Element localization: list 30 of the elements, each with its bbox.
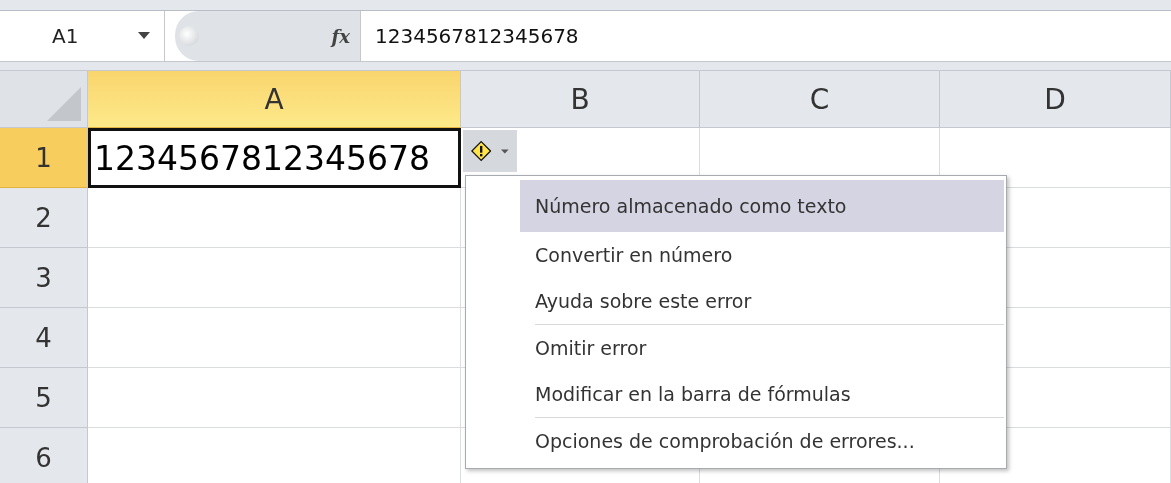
menu-item[interactable]: Opciones de comprobación de errores... (520, 418, 1004, 464)
error-options-button[interactable] (463, 130, 517, 172)
column-header[interactable]: B (461, 71, 700, 128)
row-header[interactable]: 1 (0, 128, 88, 188)
active-cell[interactable]: 1234567812345678 (88, 128, 461, 188)
table-cell[interactable] (88, 188, 461, 248)
column-header[interactable]: A (88, 71, 461, 128)
name-box[interactable]: A1 (52, 24, 79, 48)
table-cell[interactable] (88, 248, 461, 308)
warning-icon (471, 139, 492, 163)
column-header[interactable]: D (940, 71, 1171, 128)
insert-function-button[interactable]: fx (331, 25, 350, 47)
row-header[interactable]: 5 (0, 368, 88, 428)
menu-item[interactable]: Convertir en número (520, 232, 1004, 278)
caret-icon[interactable] (138, 32, 150, 40)
row-header[interactable]: 2 (0, 188, 88, 248)
row-header[interactable]: 3 (0, 248, 88, 308)
formula-field[interactable]: 1234567812345678 (361, 11, 1171, 61)
resize-handle-icon[interactable] (179, 26, 199, 46)
select-all-icon[interactable] (47, 87, 81, 121)
column-header[interactable]: C (700, 71, 940, 128)
table-cell[interactable] (88, 308, 461, 368)
menu-item[interactable]: Omitir error (520, 325, 1004, 371)
menu-item[interactable]: Ayuda sobre este error (520, 278, 1004, 324)
row-header[interactable]: 6 (0, 428, 88, 483)
menu-item[interactable]: Modificar en la barra de fórmulas (520, 371, 1004, 417)
row-header[interactable]: 4 (0, 308, 88, 368)
caret-icon (501, 148, 509, 154)
menu-title: Número almacenado como texto (520, 180, 1004, 232)
table-cell[interactable] (88, 368, 461, 428)
